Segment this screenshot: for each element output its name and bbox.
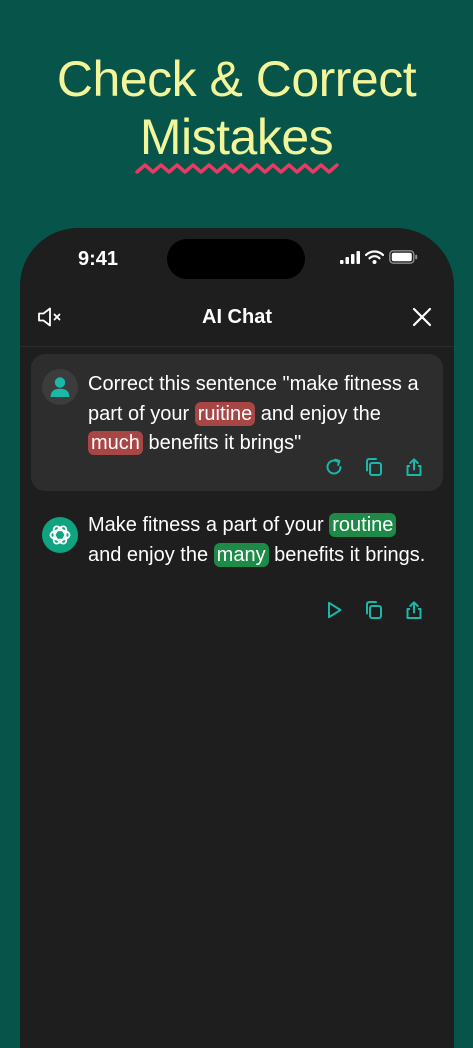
close-icon <box>412 307 432 327</box>
user-avatar <box>42 369 78 405</box>
ai-logo-icon <box>49 525 71 545</box>
user-text-3: benefits it brings" <box>142 432 302 454</box>
close-button[interactable] <box>411 306 433 333</box>
status-time: 9:41 <box>78 248 119 270</box>
ai-text-1: Make fitness a part of your <box>88 514 330 536</box>
copy-button[interactable] <box>363 456 385 478</box>
squiggle-underline <box>135 163 339 174</box>
ai-text-2: and enjoy the <box>88 543 214 566</box>
dynamic-island <box>167 239 305 279</box>
user-text-2: and enjoy the <box>255 402 381 425</box>
share-button[interactable] <box>403 599 425 621</box>
error-highlight-1: ruitine <box>194 401 256 426</box>
ai-avatar <box>42 517 78 553</box>
battery-icon <box>389 250 418 264</box>
ai-message-actions <box>323 599 425 621</box>
copy-button[interactable] <box>363 599 385 621</box>
fix-highlight-1: routine <box>329 513 397 537</box>
copy-icon <box>366 601 382 619</box>
user-message: Correct this sentence "make fitness a pa… <box>31 354 443 491</box>
ai-message-text: Make fitness a part of your routine and … <box>88 511 433 570</box>
ai-message: Make fitness a part of your routine and … <box>31 503 443 623</box>
signal-icon <box>340 250 360 264</box>
play-button[interactable] <box>323 599 345 621</box>
user-avatar-icon <box>50 377 70 397</box>
copy-icon <box>366 458 382 476</box>
chat-title: AI Chat <box>202 306 272 328</box>
header-divider <box>20 346 454 347</box>
headline-line-2: Mistakes <box>139 109 334 165</box>
wifi-icon <box>365 250 384 264</box>
user-message-text: Correct this sentence "make fitness a pa… <box>88 370 433 459</box>
headline-line-1: Check & Correct <box>56 51 417 107</box>
error-highlight-2: much <box>88 431 143 455</box>
regenerate-icon <box>326 458 342 475</box>
share-icon <box>406 458 422 476</box>
headline: Check & Correct Mistakes <box>0 50 473 166</box>
share-button[interactable] <box>403 456 425 478</box>
chat-header: AI Chat <box>20 298 454 346</box>
fix-highlight-2: many <box>213 542 269 567</box>
phone-frame: 9:41 AI Chat Correct this sentence "make… <box>20 228 454 1048</box>
share-icon <box>406 601 422 619</box>
status-icons <box>340 250 418 264</box>
play-icon <box>328 601 342 619</box>
ai-text-3: benefits it brings. <box>268 543 426 566</box>
regenerate-button[interactable] <box>323 456 345 478</box>
user-message-actions <box>323 456 425 478</box>
